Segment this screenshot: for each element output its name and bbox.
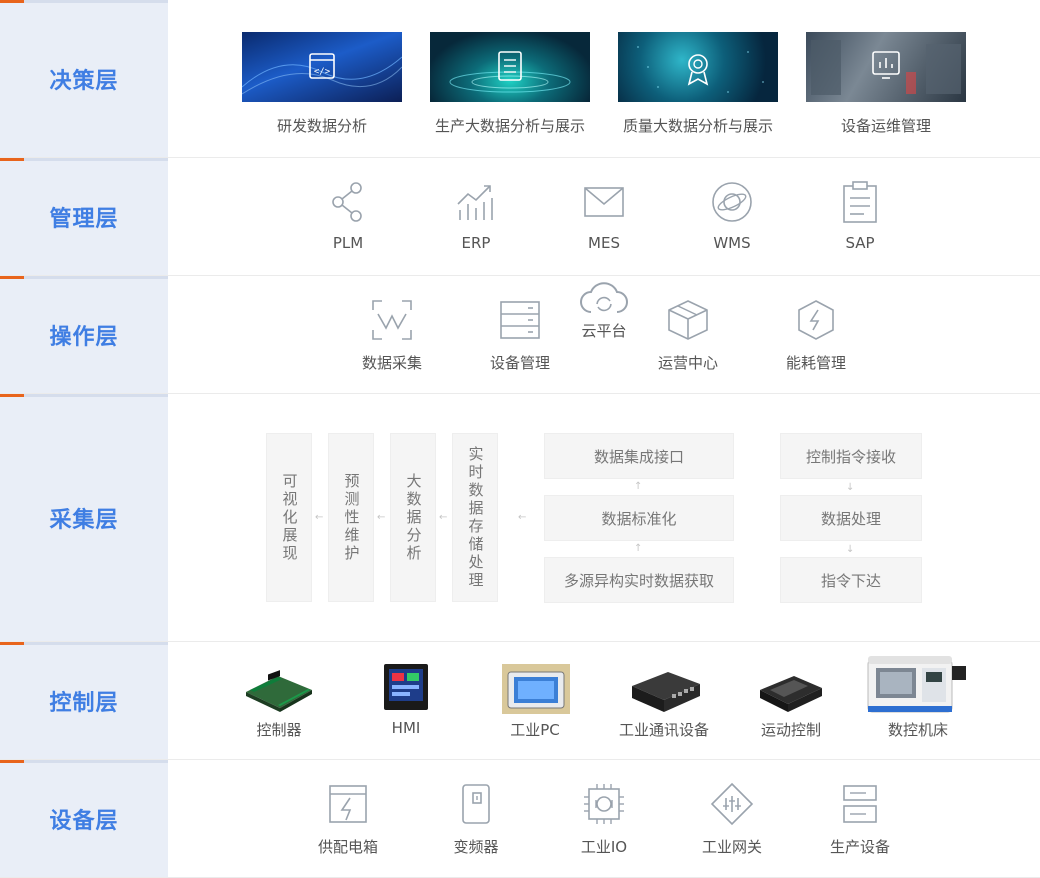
award-icon [688,54,708,74]
cnc-label: 数控机床 [887,721,949,739]
industrial-pc-label: 工业PC [510,721,560,739]
inverter-label: 变频器 [453,838,499,856]
operation-layer-title: 操作层 [49,324,119,350]
industrial-io-label: 工业IO [580,838,628,856]
inverter-icon[interactable] [454,782,498,826]
equipment-ops-banner[interactable] [806,32,966,102]
cube-icon[interactable] [666,298,710,342]
control-layer-title: 控制层 [49,690,119,716]
arrow-left-icon: ← [315,512,324,523]
data-collect-icon[interactable] [370,298,414,342]
arrow-left-icon: ← [377,512,386,523]
production-equipment-icon[interactable] [838,782,882,826]
equipment-ops-banner-art [811,40,961,95]
data-collect-label: 数据采集 [361,354,423,372]
equipment-mgmt-label: 设备管理 [489,354,551,372]
power-box-icon[interactable] [326,782,370,826]
production-analysis-banner[interactable] [430,32,590,102]
decision-layer-title: 决策层 [49,68,119,94]
realtime-storage-box[interactable]: 实时数据存储处理 [452,433,498,602]
arrow-up-icon: ↑ [634,481,643,492]
gateway-label: 工业网关 [701,838,763,856]
layer-label: 控制层 [0,642,168,759]
hmi-label: HMI [391,719,421,737]
management-layer-title: 管理层 [49,206,119,232]
control-layer: 控制层 控制器 HMI 工业PC 工业通讯设备 运动控制 数控机床 [0,642,1040,760]
cloud-sync-icon[interactable] [579,282,629,316]
arrow-up-icon: ↑ [634,543,643,554]
hmi-panel-image[interactable] [382,662,430,714]
big-data-analysis-box[interactable]: 大数据分析 [390,433,436,602]
bar-trend-icon[interactable] [454,180,498,224]
io-chip-icon[interactable] [582,782,626,826]
share-icon[interactable] [328,180,368,224]
comm-device-image[interactable] [628,664,704,716]
layer-label: 设备层 [0,760,168,877]
equipment-ops-caption: 设备运维管理 [840,117,932,135]
layer-label: 采集层 [0,394,168,641]
energy-mgmt-label: 能耗管理 [785,354,847,372]
layer-label: 操作层 [0,276,168,393]
arrow-left-icon: ← [439,512,448,523]
comm-device-label: 工业通讯设备 [618,721,710,739]
ops-center-label: 运营中心 [657,354,719,372]
clipboard-list-icon[interactable] [838,180,882,224]
gateway-diamond-icon[interactable] [710,782,754,826]
cnc-machine-image[interactable] [866,650,968,718]
controller-label: 控制器 [256,721,302,739]
arrow-left-icon: ← [518,512,527,523]
rd-analysis-caption: 研发数据分析 [276,117,368,135]
server-icon[interactable] [498,298,542,342]
cloud-platform-label: 云平台 [581,322,627,340]
decision-layer: 决策层 </> 研发数据分析 生产大数据分析与展示 质量大数据分析与展示 设备运… [0,0,1040,158]
command-issue-box[interactable]: 指令下达 [780,557,922,603]
plm-label: PLM [332,234,364,252]
power-box-label: 供配电箱 [317,838,379,856]
production-banner-art [449,51,571,93]
energy-hexagon-icon[interactable] [794,298,838,342]
quality-analysis-caption: 质量大数据分析与展示 [622,117,774,135]
controller-board-image[interactable] [242,662,316,714]
industrial-pc-image[interactable] [502,664,570,716]
data-standardization-box[interactable]: 数据标准化 [544,495,734,541]
command-receive-box[interactable]: 控制指令接收 [780,433,922,479]
mail-icon[interactable] [582,180,626,224]
production-equipment-label: 生产设备 [829,838,891,856]
layer-label: 决策层 [0,0,168,157]
mes-label: MES [588,234,620,252]
data-processing-box[interactable]: 数据处理 [780,495,922,541]
rd-banner-art: </> [242,53,402,95]
planet-icon[interactable] [710,180,754,224]
visualization-box[interactable]: 可视化展现 [266,433,312,602]
data-integration-box[interactable]: 数据集成接口 [544,433,734,479]
predictive-maintenance-box[interactable]: 预测性维护 [328,433,374,602]
arrow-down-icon: ↓ [846,482,855,493]
collection-layer-title: 采集层 [49,507,119,533]
management-layer: 管理层 PLM ERP MES WMS SAP [0,158,1040,276]
multisource-acquisition-box[interactable]: 多源异构实时数据获取 [544,557,734,603]
quality-banner-art [637,46,764,93]
wms-label: WMS [713,234,751,252]
motion-control-label: 运动控制 [760,721,822,739]
quality-analysis-banner[interactable] [618,32,778,102]
collection-layer: 采集层 可视化展现 ← 预测性维护 ← 大数据分析 ← 实时数据存储处理 ← 数… [0,394,1040,642]
motion-control-image[interactable] [756,664,826,716]
erp-label: ERP [461,234,491,252]
operation-layer: 操作层 数据采集 设备管理 云平台 运营中心 能耗管理 [0,276,1040,394]
equipment-layer: 设备层 供配电箱 变频器 工业IO 工业网关 生产设备 [0,760,1040,878]
layer-label: 管理层 [0,158,168,275]
equipment-layer-title: 设备层 [49,808,119,834]
sap-label: SAP [845,234,875,252]
svg-text:</>: </> [314,67,331,77]
arrow-down-icon: ↓ [846,544,855,555]
production-analysis-caption: 生产大数据分析与展示 [434,117,586,135]
rd-analysis-banner[interactable]: </> [242,32,402,102]
